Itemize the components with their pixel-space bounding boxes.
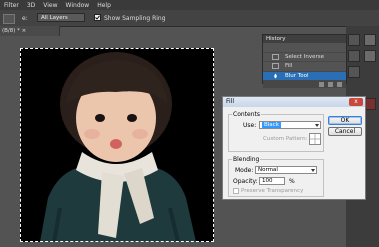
history-row-fill[interactable]: Fill [263,62,346,72]
trash-icon[interactable] [337,82,342,87]
dock-adjust-icon[interactable] [364,50,376,62]
custom-pattern-label: Custom Pattern: [263,136,308,142]
fill-dialog: Fill x Contents Use: Black Custom Patter… [222,96,366,200]
history-title: History [263,35,346,43]
history-row-label: Select Inverse [285,53,324,60]
history-row-label: Fill [285,63,293,69]
preserve-transparency-label: Preserve Transparency [241,188,304,194]
opacity-value: 100 [262,178,273,184]
document-tab-title: (B/8) * × [2,28,27,34]
photo-child [40,52,196,242]
contents-group: Contents Use: Black Custom Pattern: [228,111,324,152]
history-row-label: Blur Tool [285,72,309,79]
dock-swatches-icon[interactable] [348,66,360,78]
ok-button[interactable]: OK [328,116,362,125]
close-icon: x [354,98,358,105]
tool-preset-icon[interactable] [3,14,15,24]
dialog-title: Fill [226,98,235,105]
history-row-select-inverse[interactable]: Select Inverse [263,53,346,62]
contents-group-title: Contents [232,111,261,118]
ok-label: OK [340,117,350,124]
new-document-icon[interactable] [319,82,324,87]
history-step-icon [272,63,279,69]
pattern-swatch [309,133,321,145]
sample-value: All Layers [41,15,68,21]
mode-value: Normal [258,167,278,173]
history-row[interactable] [263,43,346,53]
cancel-label: Cancel [334,128,356,135]
menu-help[interactable]: Help [97,2,111,9]
check-icon [95,15,100,20]
dock-history-icon[interactable] [348,34,360,46]
blur-drop-icon [274,73,277,78]
sample-dropdown[interactable]: All Layers [37,13,85,22]
blending-group: Blending Mode: Normal Opacity: 100 % Pre… [228,156,324,197]
document-canvas[interactable] [20,48,214,242]
show-ring-label: Show Sampling Ring [104,15,166,22]
dock-properties-icon[interactable] [348,50,360,62]
preserve-transparency-checkbox[interactable] [233,188,239,194]
cancel-button[interactable]: Cancel [328,127,362,136]
mode-label: Mode: [235,167,254,174]
dialog-title-bar: Fill [223,97,365,107]
camera-icon[interactable] [328,82,333,87]
blending-group-title: Blending [232,156,261,163]
opacity-input[interactable]: 100 [259,177,285,185]
options-bar: e: All Layers Show Sampling Ring [0,10,379,27]
history-step-icon [272,53,279,60]
document-tab[interactable]: (B/8) * × [0,26,60,36]
menu-bar: Filter 3D View Window Help [0,0,379,10]
use-select[interactable]: Black [259,121,321,129]
history-panel: History Select Inverse Fill Blur Tool [262,34,347,88]
menu-window[interactable]: Window [66,2,90,9]
menu-3d[interactable]: 3D [27,2,35,9]
use-label: Use: [243,122,257,129]
dock-brush-icon[interactable] [364,34,376,46]
history-row-blur-tool[interactable]: Blur Tool [263,71,346,81]
pattern-icon [310,134,320,144]
mode-select[interactable]: Normal [255,166,317,174]
show-ring-checkbox[interactable] [94,14,101,21]
chevron-down-icon [311,169,315,172]
history-footer [263,81,346,88]
close-button[interactable]: x [349,98,363,106]
chevron-down-icon [315,124,319,127]
menu-view[interactable]: View [43,2,57,9]
use-value: Black [262,122,281,128]
sample-label: e: [22,15,28,22]
opacity-label: Opacity: [233,178,258,185]
opacity-unit: % [289,178,295,185]
menu-filter[interactable]: Filter [4,2,19,9]
